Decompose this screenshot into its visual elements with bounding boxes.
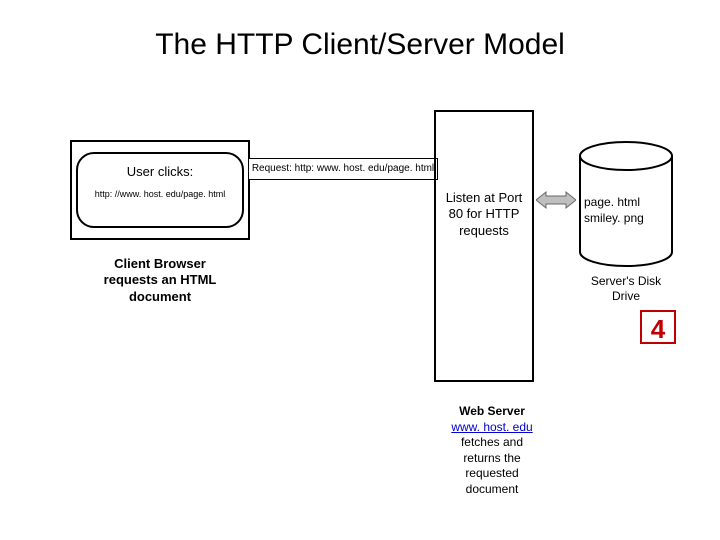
slide-title: The HTTP Client/Server Model xyxy=(0,28,720,62)
request-arrow-label: Request: http: www. host. edu/page. html xyxy=(248,158,438,180)
web-server-caption-rest: fetches and returns the requested docume… xyxy=(461,435,523,496)
client-url-text: http: //www. host. edu/page. html xyxy=(78,189,242,199)
web-server-inside-text: Listen at Port 80 for HTTP requests xyxy=(440,190,528,239)
web-server-hostname-link: www. host. edu xyxy=(451,420,532,434)
client-action-label: User clicks: xyxy=(78,164,242,179)
client-caption: Client Browser requests an HTML document xyxy=(95,256,225,305)
client-browser-inner-box: User clicks: http: //www. host. edu/page… xyxy=(76,152,244,228)
disk-file-list: page. html smiley. png xyxy=(584,195,668,226)
disk-file-item: page. html xyxy=(584,195,668,211)
disk-caption: Server's Disk Drive xyxy=(576,274,676,304)
web-server-caption: Web Server www. host. edu fetches and re… xyxy=(442,404,542,498)
web-server-caption-bold: Web Server xyxy=(459,404,525,418)
disk-file-item: smiley. png xyxy=(584,211,668,227)
web-server-box xyxy=(434,110,534,382)
step-number-badge: 4 xyxy=(640,310,676,344)
double-arrow-icon xyxy=(536,190,576,210)
